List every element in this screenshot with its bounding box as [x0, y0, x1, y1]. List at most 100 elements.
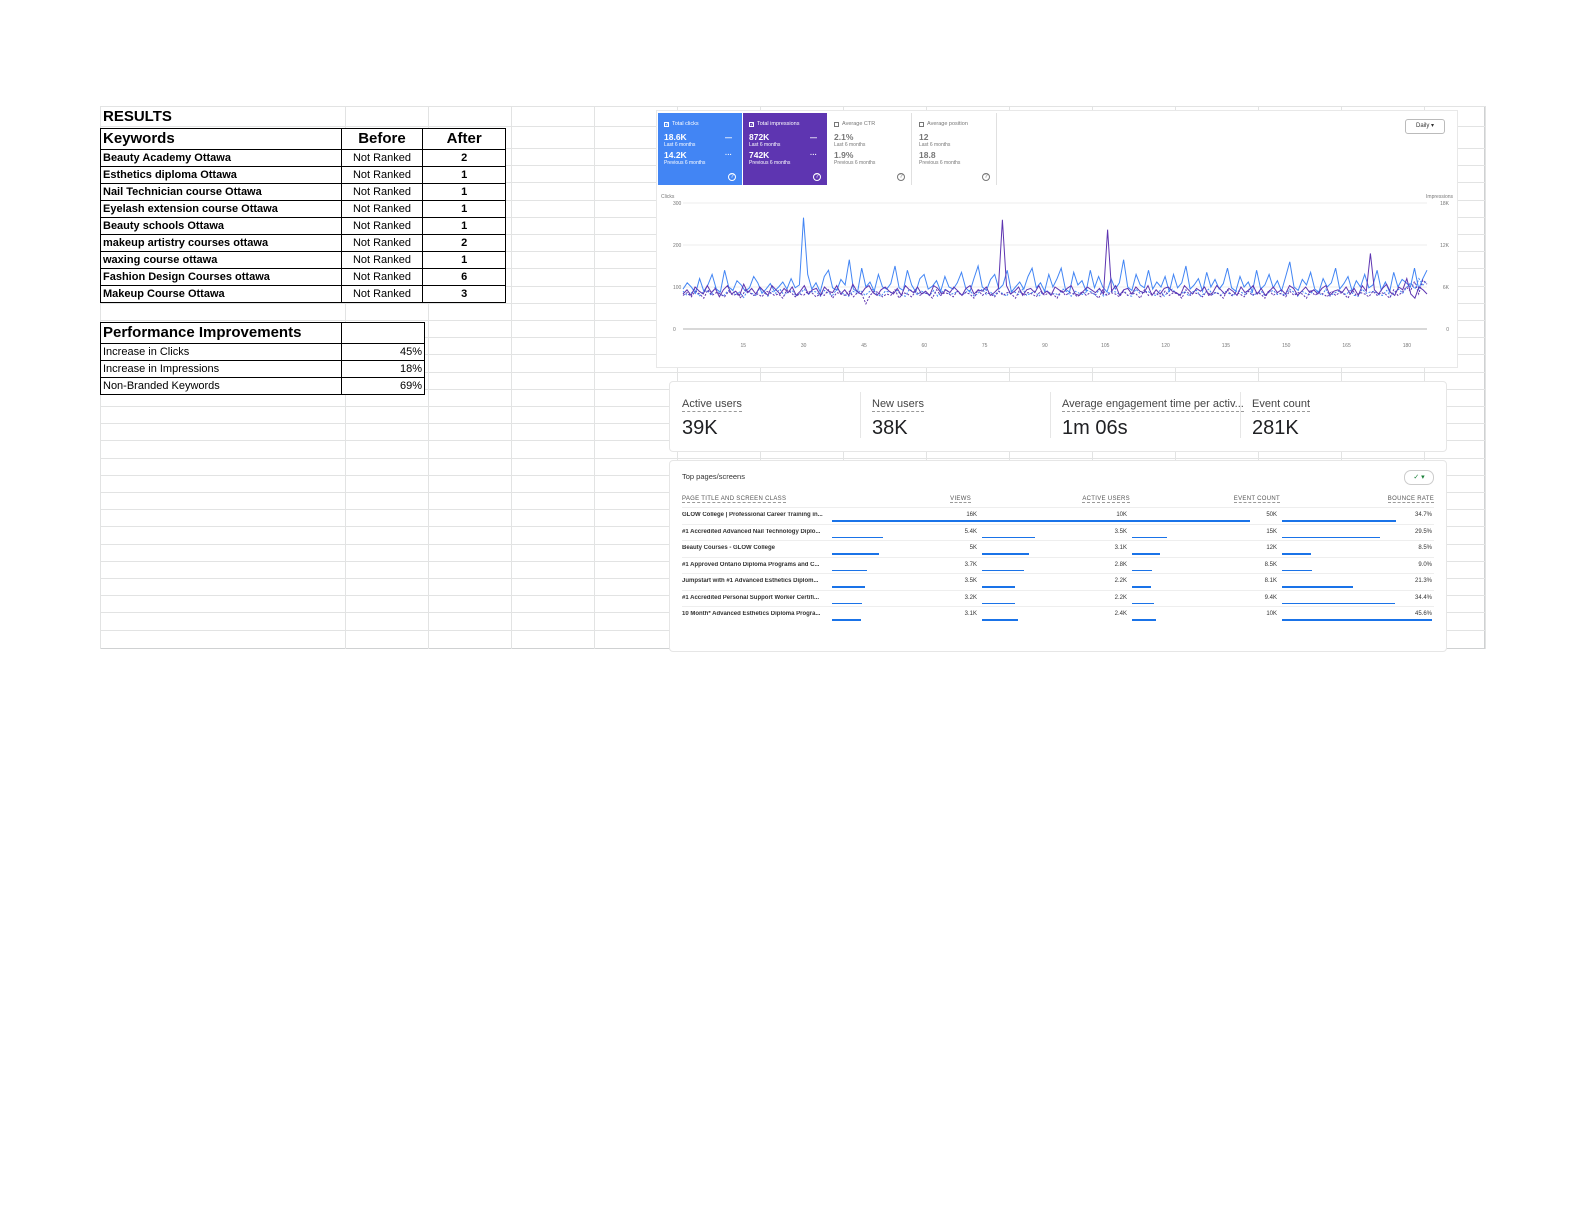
after-cell[interactable]: 6 — [422, 268, 506, 286]
keyword-cell[interactable]: Esthetics diploma Ottawa — [100, 166, 342, 184]
metric-card-2[interactable]: ✓ Total impressions 872K Last 6 months 742K P… — [743, 113, 827, 185]
page-title-cell[interactable]: #1 Accredited Advanced Nail Technology D… — [682, 529, 832, 535]
page-title-cell[interactable]: GLOW College | Professional Career Train… — [682, 512, 832, 518]
analytics-metric-value: 39K — [682, 417, 718, 439]
help-icon[interactable]: ? — [982, 173, 990, 181]
analytics-metric[interactable]: Average engagement time per activ... 1m 0… — [1062, 394, 1244, 440]
performance-label-cell[interactable]: Increase in Impressions — [99, 360, 343, 378]
table-row[interactable]: #1 Accredited Advanced Nail Technology D… — [682, 523, 1434, 541]
before-cell[interactable]: Not Ranked — [340, 183, 424, 201]
views-bar — [832, 586, 865, 588]
checkbox-icon[interactable] — [919, 121, 924, 127]
performance-value-cell[interactable]: 45% — [341, 343, 425, 361]
events-cell: 8.5K — [1264, 561, 1277, 568]
after-cell[interactable]: 1 — [422, 217, 506, 235]
after-header[interactable]: After — [422, 128, 506, 150]
column-header[interactable]: PAGE TITLE AND SCREEN CLASS — [682, 496, 787, 503]
granularity-dropdown[interactable]: Daily ▾ — [1405, 119, 1445, 134]
table-row[interactable]: #1 Accredited Personal Support Worker Ce… — [682, 589, 1434, 607]
analytics-metric[interactable]: Active users 39K — [682, 394, 742, 440]
analytics-metric[interactable]: New users 38K — [872, 394, 924, 440]
right-axis-label: Impressions — [1426, 194, 1453, 200]
dotted-line-icon: ··· — [725, 152, 732, 159]
keyword-cell[interactable]: Eyelash extension course Ottawa — [100, 200, 342, 218]
events-bar — [1132, 553, 1161, 555]
x-tick-label: 45 — [861, 343, 867, 349]
keywords-table: Keywords Before After Beauty Academy Ott… — [100, 128, 506, 303]
before-cell[interactable]: Not Ranked — [340, 251, 424, 269]
table-row[interactable]: Beauty Courses - GLOW College 5K 3.1K 12K 8.… — [682, 540, 1434, 557]
after-cell[interactable]: 1 — [422, 183, 506, 201]
column-header[interactable]: VIEWS — [950, 496, 971, 503]
keyword-row: Beauty schools Ottawa Not Ranked 1 — [100, 217, 506, 235]
keyword-cell[interactable]: Fashion Design Courses ottawa — [100, 268, 342, 286]
page-title-cell[interactable]: Beauty Courses - GLOW College — [682, 545, 832, 551]
keywords-header[interactable]: Keywords — [100, 128, 342, 150]
help-icon[interactable]: ? — [728, 173, 736, 181]
users-cell: 3.5K — [1114, 528, 1127, 535]
after-cell[interactable]: 1 — [422, 200, 506, 218]
grid-column-line — [1485, 106, 1486, 649]
after-cell[interactable]: 1 — [422, 166, 506, 184]
before-cell[interactable]: Not Ranked — [340, 200, 424, 218]
metric-period: Last 6 months — [749, 142, 781, 148]
keyword-cell[interactable]: Nail Technician course Ottawa — [100, 183, 342, 201]
before-cell[interactable]: Not Ranked — [340, 268, 424, 286]
performance-value-cell[interactable]: 18% — [341, 360, 425, 378]
keyword-cell[interactable]: Beauty Academy Ottawa — [100, 149, 342, 167]
table-row[interactable]: Jumpstart with #1 Advanced Esthetics Dip… — [682, 573, 1434, 590]
page-title-cell[interactable]: 10 Month* Advanced Esthetics Diploma Pro… — [682, 611, 832, 617]
keyword-cell[interactable]: waxing course ottawa — [100, 251, 342, 269]
before-header[interactable]: Before — [340, 128, 424, 150]
checkbox-icon[interactable]: ✓ — [749, 121, 754, 127]
column-header[interactable]: BOUNCE RATE — [1387, 496, 1434, 503]
left-axis-label: Clicks — [661, 194, 675, 200]
performance-label-cell[interactable]: Increase in Clicks — [99, 343, 343, 361]
users-bar — [982, 553, 1029, 555]
help-icon[interactable]: ? — [897, 173, 905, 181]
metric-card-3[interactable]: Average CTR 2.1% Last 6 months 1.9% Previous… — [828, 113, 912, 185]
before-cell[interactable]: Not Ranked — [340, 234, 424, 252]
search-console-panel: ✓ Total clicks 18.6K Last 6 months 14.2K Prev… — [656, 110, 1458, 368]
keyword-cell[interactable]: Makeup Course Ottawa — [100, 285, 342, 303]
page-title-cell[interactable]: #1 Accredited Personal Support Worker Ce… — [682, 595, 832, 601]
metric-divider — [1050, 392, 1051, 438]
keyword-cell[interactable]: Beauty schools Ottawa — [100, 217, 342, 235]
check-status-dropdown[interactable]: ✓ ▾ — [1404, 470, 1434, 485]
metric-card-1[interactable]: ✓ Total clicks 18.6K Last 6 months 14.2K Prev… — [658, 113, 742, 185]
views-bar — [832, 569, 867, 571]
performance-value-cell[interactable]: 69% — [341, 377, 425, 395]
column-header[interactable]: ACTIVE USERS — [1082, 496, 1130, 503]
granularity-label: Daily — [1415, 123, 1430, 129]
checkbox-icon[interactable]: ✓ — [664, 121, 669, 127]
after-cell[interactable]: 1 — [422, 251, 506, 269]
before-cell[interactable]: Not Ranked — [340, 285, 424, 303]
left-tick-label: 0 — [673, 327, 676, 333]
performance-label-cell[interactable]: Non-Branded Keywords — [99, 377, 343, 395]
help-icon[interactable]: ? — [813, 173, 821, 181]
analytics-metric[interactable]: Event count 281K — [1252, 394, 1311, 440]
checkbox-icon[interactable] — [834, 121, 839, 127]
after-cell[interactable]: 3 — [422, 285, 506, 303]
bounce-cell: 29.5% — [1414, 528, 1432, 535]
before-cell[interactable]: Not Ranked — [340, 149, 424, 167]
performance-header-empty[interactable] — [341, 322, 425, 344]
table-row[interactable]: 10 Month* Advanced Esthetics Diploma Pro… — [682, 606, 1434, 623]
page-title-cell[interactable]: #1 Approved Ontario Diploma Programs and… — [682, 562, 832, 568]
metric-period: Last 6 months — [834, 142, 866, 148]
column-header[interactable]: EVENT COUNT — [1233, 496, 1280, 503]
analytics-metric-label: Active users — [682, 398, 742, 412]
before-cell[interactable]: Not Ranked — [340, 217, 424, 235]
table-row[interactable]: GLOW College | Professional Career Train… — [682, 507, 1434, 524]
after-cell[interactable]: 2 — [422, 149, 506, 167]
keyword-cell[interactable]: makeup artistry courses ottawa — [100, 234, 342, 252]
views-bar — [832, 602, 862, 604]
after-cell[interactable]: 2 — [422, 234, 506, 252]
metric-previous-period: Previous 6 months — [834, 160, 876, 166]
events-cell: 12K — [1266, 545, 1277, 551]
metric-card-4[interactable]: Average position 12 Last 6 months 18.8 Previ… — [913, 113, 997, 185]
performance-header[interactable]: Performance Improvements — [99, 322, 343, 344]
table-row[interactable]: #1 Approved Ontario Diploma Programs and… — [682, 556, 1434, 574]
page-title-cell[interactable]: Jumpstart with #1 Advanced Esthetics Dip… — [682, 578, 832, 584]
before-cell[interactable]: Not Ranked — [340, 166, 424, 184]
